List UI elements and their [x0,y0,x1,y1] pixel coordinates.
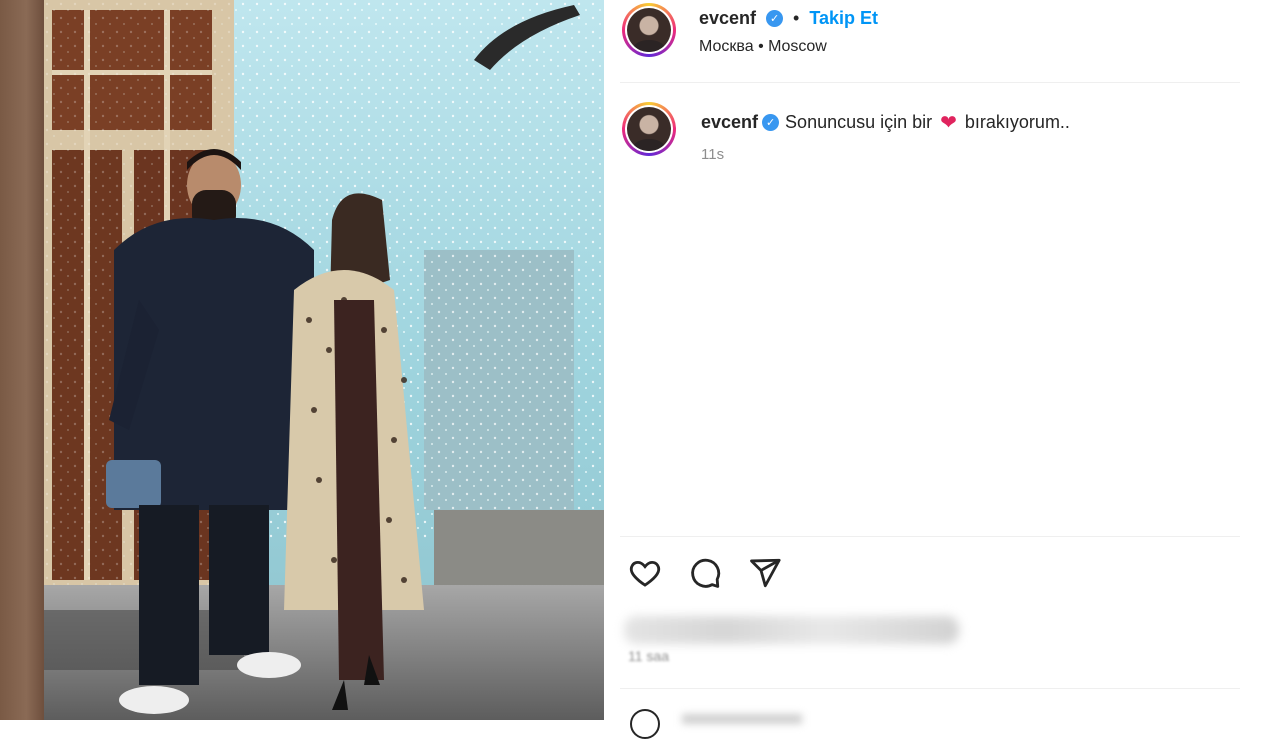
post-photo [44,0,604,720]
red-heart-emoji: ❤ [940,112,957,134]
post-header: evcenf ✓ • Takip Et [699,8,878,29]
header-separator: • [793,8,800,28]
likes-count-blurred [624,616,959,644]
follow-button[interactable]: Takip Et [809,8,878,29]
caption: evcenf ✓ Sonuncusu için bir ❤ bırakıyoru… [701,110,1070,135]
caption-username[interactable]: evcenf [701,112,758,133]
bottom-divider [620,688,1240,689]
emoji-icon[interactable] [630,709,660,739]
verified-badge-icon: ✓ [766,10,784,27]
post-actions [628,556,782,595]
caption-text-start: Sonuncusu için bir [785,112,933,132]
left-edge [0,0,44,720]
caption-avatar[interactable] [622,102,676,156]
heart-icon[interactable] [628,556,662,595]
post-detail-panel: evcenf ✓ • Takip Et Москва • Moscow evce… [604,0,1280,739]
post-time-blurred: 11 saa [628,648,669,664]
caption-text-end: bırakıyorum.. [964,112,1070,132]
author-avatar[interactable] [622,3,676,57]
verified-badge-icon: ✓ [762,114,780,131]
header-divider [620,82,1240,83]
send-icon[interactable] [748,556,782,595]
caption-time: 11s [701,146,725,163]
actions-divider [620,536,1240,537]
post-location[interactable]: Москва • Moscow [699,38,827,56]
author-username[interactable]: evcenf [699,8,756,29]
comment-icon[interactable] [688,556,722,595]
add-comment-placeholder-blurred [682,714,802,724]
